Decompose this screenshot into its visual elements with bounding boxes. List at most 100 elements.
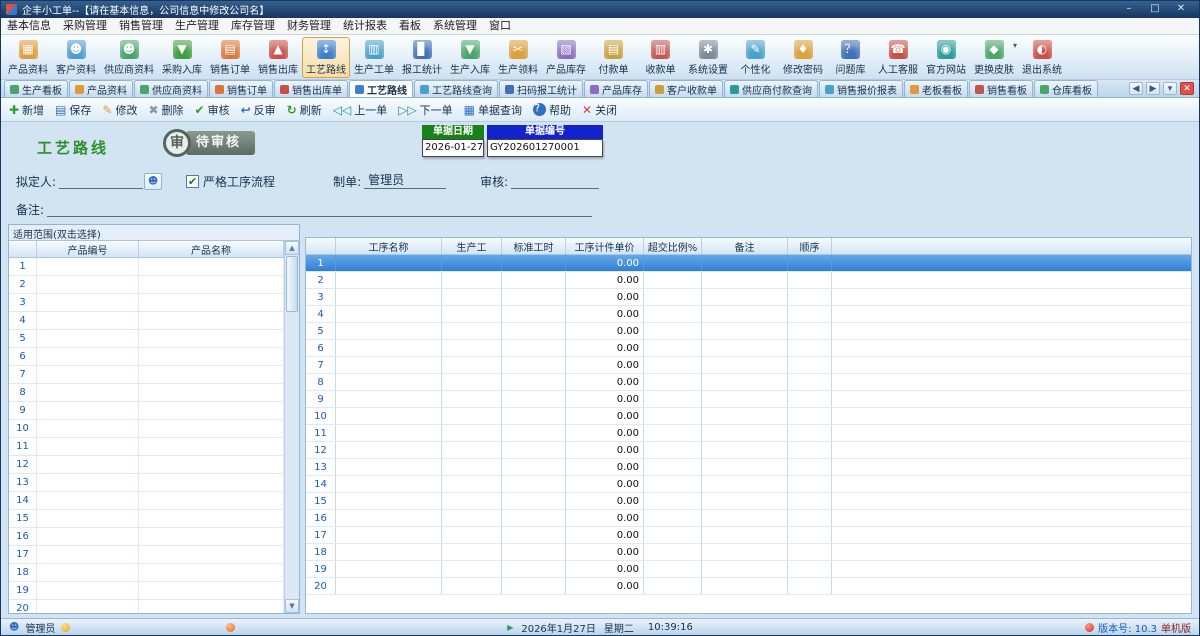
customer-service-button[interactable]: ☎人工客服 [874,37,922,78]
product-row[interactable]: 5 [9,330,284,348]
production-order-button[interactable]: ▥生产工单 [350,37,398,78]
tab-scroll-right-icon[interactable]: ▶ [1146,82,1160,95]
menu-item[interactable]: 统计报表 [337,18,393,34]
process-row[interactable]: 120.00 [306,442,1191,459]
process-row[interactable]: 90.00 [306,391,1191,408]
product-row[interactable]: 11 [9,438,284,456]
prev-doc-button[interactable]: ◁◁上一单 [333,102,387,118]
tab-scan-report-stats[interactable]: 扫码报工统计 [499,80,583,97]
messenger-icon[interactable] [61,623,70,632]
supplier-data-button[interactable]: ☻供应商资料 [100,37,158,78]
process-row[interactable]: 160.00 [306,510,1191,527]
maximize-button[interactable]: □ [1142,2,1168,17]
process-row[interactable]: 30.00 [306,289,1191,306]
product-row[interactable]: 3 [9,294,284,312]
menu-item[interactable]: 财务管理 [281,18,337,34]
exit-system-button[interactable]: ◐退出系统 [1018,37,1066,78]
left-scrollbar[interactable]: ▲ ▼ [284,241,299,613]
tab-sales-quote-report[interactable]: 销售报价报表 [819,80,903,97]
menu-item[interactable]: 看板 [393,18,427,34]
product-data-button[interactable]: ▦产品资料 [4,37,52,78]
product-row[interactable]: 7 [9,366,284,384]
product-row[interactable]: 16 [9,528,284,546]
unapprove-button[interactable]: ↩反审 [241,102,276,118]
save-button[interactable]: ▤保存 [55,102,91,118]
tab-customer-receipt[interactable]: 客户收款单 [649,80,723,97]
menu-item[interactable]: 窗口 [483,18,517,34]
sales-out-button[interactable]: ▲销售出库 [254,37,302,78]
process-row[interactable]: 50.00 [306,323,1191,340]
close-button[interactable]: ✕ [1168,2,1194,17]
menu-item[interactable]: 库存管理 [225,18,281,34]
remark-input[interactable] [47,201,592,217]
process-row[interactable]: 200.00 [306,578,1191,595]
tab-supplier-payment-query[interactable]: 供应商付款查询 [724,80,818,97]
tab-process-route-query[interactable]: 工艺路线查询 [414,80,498,97]
customer-data-button[interactable]: ☻客户资料 [52,37,100,78]
delete-button[interactable]: ✖删除 [148,102,183,118]
question-bank-button[interactable]: ？问题库 [827,37,874,78]
process-row[interactable]: 100.00 [306,408,1191,425]
change-skin-button[interactable]: ◆更换皮肤▾ [970,37,1018,78]
menu-item[interactable]: 销售管理 [113,18,169,34]
production-material-button[interactable]: ✂生产领料 [494,37,542,78]
change-password-button[interactable]: ♦修改密码 [779,37,827,78]
product-row[interactable]: 15 [9,510,284,528]
approve-button[interactable]: ✔审核 [195,102,230,118]
tab-sales-out-doc[interactable]: 销售出库单 [274,80,348,97]
process-row[interactable]: 190.00 [306,561,1191,578]
production-in-button[interactable]: ▼生产入库 [446,37,494,78]
doc-date-value[interactable]: 2026-01-27 [422,139,484,157]
menu-item[interactable]: 采购管理 [57,18,113,34]
product-row[interactable]: 2 [9,276,284,294]
process-row[interactable]: 70.00 [306,357,1191,374]
process-row[interactable]: 170.00 [306,527,1191,544]
next-doc-button[interactable]: ▷▷下一单 [398,102,452,118]
official-website-button[interactable]: ◉官方网站 [922,37,970,78]
product-row[interactable]: 18 [9,564,284,582]
product-row[interactable]: 1 [9,258,284,276]
tab-warehouse-board[interactable]: 仓库看板 [1034,80,1098,97]
personalization-button[interactable]: ✎个性化 [732,37,779,78]
strict-flow-checkbox[interactable]: ✔ [186,175,199,188]
work-report-stats-button[interactable]: ▊报工统计 [398,37,446,78]
edit-button[interactable]: ✎修改 [102,102,137,118]
menu-item[interactable]: 生产管理 [169,18,225,34]
product-row[interactable]: 10 [9,420,284,438]
tab-sales-order[interactable]: 销售订单 [209,80,273,97]
product-row[interactable]: 12 [9,456,284,474]
product-row[interactable]: 19 [9,582,284,600]
process-row[interactable]: 150.00 [306,493,1191,510]
new-button[interactable]: ✚新增 [9,102,44,118]
purchase-in-button[interactable]: ▼采购入库 [158,37,206,78]
skin-icon[interactable] [226,623,235,632]
tab-boss-board[interactable]: 老板看板 [904,80,968,97]
menu-item[interactable]: 基本信息 [1,18,57,34]
tab-sales-board[interactable]: 销售看板 [969,80,1033,97]
process-route-button[interactable]: ↕工艺路线 [302,37,350,78]
close-doc-button[interactable]: ✕关闭 [582,102,617,118]
drafter-picker-button[interactable]: ☻ [144,173,162,190]
process-row[interactable]: 140.00 [306,476,1191,493]
drafter-input[interactable] [59,173,143,189]
product-row[interactable]: 9 [9,402,284,420]
doc-query-button[interactable]: ▦单据查询 [464,102,522,118]
process-row[interactable]: 20.00 [306,272,1191,289]
minimize-button[interactable]: – [1116,2,1142,17]
scroll-up-icon[interactable]: ▲ [285,241,299,255]
receipt-doc-button[interactable]: ▥收款单 [637,37,684,78]
process-row[interactable]: 80.00 [306,374,1191,391]
process-row[interactable]: 130.00 [306,459,1191,476]
product-stock-button[interactable]: ▧产品库存 [542,37,590,78]
product-row[interactable]: 17 [9,546,284,564]
system-settings-button[interactable]: ✱系统设置 [684,37,732,78]
process-row[interactable]: 110.00 [306,425,1191,442]
doc-number-value[interactable]: GY202601270001 [487,139,603,157]
tab-production-board[interactable]: 生产看板 [4,80,68,97]
scroll-thumb[interactable] [286,256,298,312]
product-row[interactable]: 20 [9,600,284,613]
tab-list-icon[interactable]: ▾ [1163,82,1177,95]
tab-process-route[interactable]: 工艺路线 [349,80,413,97]
product-row[interactable]: 8 [9,384,284,402]
payment-doc-button[interactable]: ▤付款单 [590,37,637,78]
